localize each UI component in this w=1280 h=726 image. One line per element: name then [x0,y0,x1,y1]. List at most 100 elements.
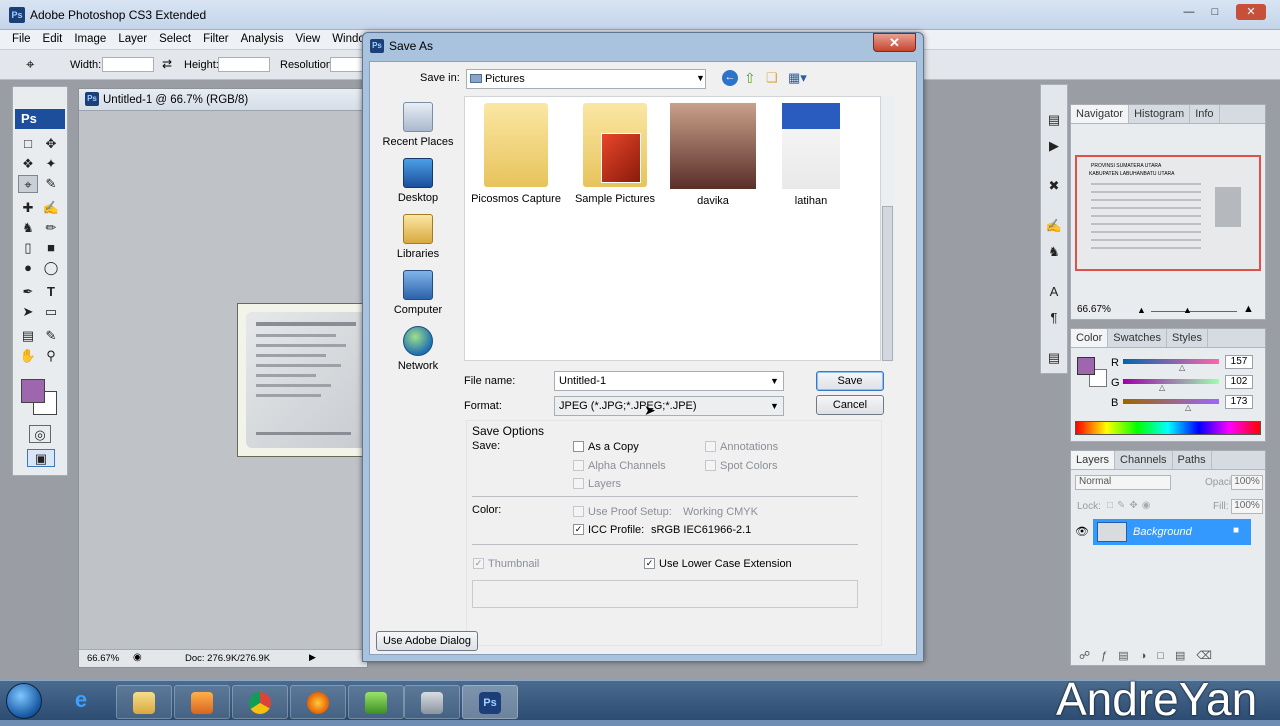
color-fg-swatch[interactable] [1077,357,1095,375]
r-slider-thumb[interactable]: △ [1179,363,1185,372]
use-adobe-dialog-button[interactable]: Use Adobe Dialog [376,631,478,651]
place-network[interactable]: Network [372,326,464,372]
status-info-icon[interactable]: ◉ [133,652,142,663]
height-field[interactable] [218,57,270,72]
b-slider-thumb[interactable]: △ [1185,403,1191,412]
hand-tool-icon[interactable]: ✋ [18,347,38,365]
view-menu-icon[interactable]: ▦▾ [788,70,807,86]
blend-mode-select[interactable]: Normal [1075,475,1171,490]
menu-filter[interactable]: Filter [203,30,229,45]
width-field[interactable] [102,57,154,72]
opacity-field[interactable]: 100% [1231,475,1263,490]
file-item[interactable]: latihan [762,101,860,207]
tab-channels[interactable]: Channels [1115,451,1173,469]
swap-icon[interactable]: ⇄ [162,57,172,71]
scrollbar-thumb[interactable] [882,206,893,361]
proof-setup-checkbox[interactable] [573,506,584,517]
minimize-icon[interactable]: — [1176,4,1202,20]
zoom-slider[interactable] [1151,311,1237,312]
spot-colors-checkbox[interactable] [705,460,716,471]
blur-tool-icon[interactable]: ● [18,259,38,277]
layer-footer-icons[interactable]: ☍ƒ▤◑□▤⌫ [1079,649,1223,662]
color-ramp[interactable] [1075,421,1261,435]
new-folder-icon[interactable]: ❏ [766,70,778,86]
taskbar-media-player[interactable] [174,685,230,719]
maximize-icon[interactable]: □ [1202,4,1228,20]
layers-checkbox[interactable] [573,478,584,489]
document-tab[interactable]: Ps Untitled-1 @ 66.7% (RGB/8) [79,89,367,111]
taskbar-firefox[interactable] [290,685,346,719]
shape-tool-icon[interactable]: ▭ [41,303,61,321]
type-tool-icon[interactable]: T [41,283,61,301]
tab-swatches[interactable]: Swatches [1108,329,1167,347]
lower-case-ext-checkbox[interactable]: ✓ [644,558,655,569]
menu-edit[interactable]: Edit [43,30,63,45]
place-libraries[interactable]: Libraries [372,214,464,260]
magic-wand-icon[interactable]: ✦ [41,155,61,173]
menu-view[interactable]: View [295,30,320,45]
menu-analysis[interactable]: Analysis [241,30,284,45]
document-canvas[interactable] [237,303,369,457]
b-slider[interactable] [1123,399,1219,404]
lasso-tool-icon[interactable]: ❖ [18,155,38,173]
r-slider[interactable] [1123,359,1219,364]
taskbar-chrome[interactable] [232,685,288,719]
fill-field[interactable]: 100% [1231,499,1263,514]
g-slider[interactable] [1123,379,1219,384]
menu-select[interactable]: Select [159,30,191,45]
zoom-tool-icon[interactable]: ⚲ [41,347,61,365]
menu-layer[interactable]: Layer [118,30,147,45]
tab-styles[interactable]: Styles [1167,329,1208,347]
save-button[interactable]: Save [816,371,884,391]
r-value[interactable]: 157 [1225,355,1253,369]
screen-mode-icon[interactable]: ▣ [27,449,55,467]
clone-stamp-icon[interactable]: ♞ [18,219,38,237]
zoom-in-icon[interactable]: ▲ [1243,303,1254,315]
annotations-checkbox[interactable] [705,441,716,452]
actions-icon[interactable]: ▶ [1044,137,1064,155]
visibility-eye-icon[interactable]: 👁 [1075,525,1089,538]
taskbar-scanner[interactable] [404,685,460,719]
character-icon[interactable]: A [1044,283,1064,301]
healing-brush-icon[interactable]: ✚ [18,199,38,217]
format-select[interactable]: JPEG (*.JPG;*.JPEG;*.JPE) [554,396,784,416]
g-value[interactable]: 102 [1225,375,1253,389]
crop-tool-icon[interactable]: ⌖ [18,175,38,193]
resolution-field[interactable] [330,57,364,72]
quick-mask-icon[interactable]: ◎ [29,425,51,443]
tool-presets-icon[interactable]: ✖ [1044,177,1064,195]
file-item[interactable]: Picosmos Capture [467,101,565,205]
icc-profile-checkbox[interactable]: ✓ [573,524,584,535]
dialog-close-icon[interactable]: ✕ [873,33,916,52]
chevron-down-icon[interactable]: ▼ [770,401,779,411]
tab-color[interactable]: Color [1071,329,1109,347]
dodge-tool-icon[interactable]: ◯ [41,259,61,277]
place-recent[interactable]: Recent Places [372,102,464,148]
internet-explorer-icon[interactable]: e [64,687,98,715]
file-list-scrollbar[interactable] [880,96,894,361]
menu-window[interactable]: Windo [332,30,365,45]
pen-tool-icon[interactable]: ✒ [18,283,38,301]
path-select-icon[interactable]: ➤ [18,303,38,321]
paragraph-icon[interactable]: ¶ [1044,309,1064,327]
clone-source-icon[interactable]: ♞ [1044,243,1064,261]
eyedropper-2-icon[interactable]: ✎ [41,327,61,345]
save-in-select[interactable]: Pictures [466,69,706,89]
crop-tool-icon[interactable]: ⌖ [26,56,34,73]
brushes-icon[interactable]: ✍ [1044,217,1064,235]
foreground-color-top[interactable] [21,379,45,403]
back-icon[interactable]: ← [722,70,738,86]
move-tool-icon[interactable]: ✥ [41,135,61,153]
place-desktop[interactable]: Desktop [372,158,464,204]
as-a-copy-checkbox[interactable] [573,441,584,452]
close-icon[interactable]: ✕ [1236,4,1266,20]
lock-icons[interactable]: □✎✥◉ [1107,500,1155,511]
history-icon[interactable]: ▤ [1044,111,1064,129]
thumbnail-checkbox[interactable]: ✓ [473,558,484,569]
eraser-icon[interactable]: ▯ [18,239,38,257]
brush-tool-icon[interactable]: ✍ [41,199,61,217]
navigator-zoom[interactable]: 66.67% [1077,304,1111,315]
marquee-tool-icon[interactable]: □ [18,135,38,153]
file-item[interactable]: davika [664,101,762,207]
layer-comps-icon[interactable]: ▤ [1044,349,1064,367]
